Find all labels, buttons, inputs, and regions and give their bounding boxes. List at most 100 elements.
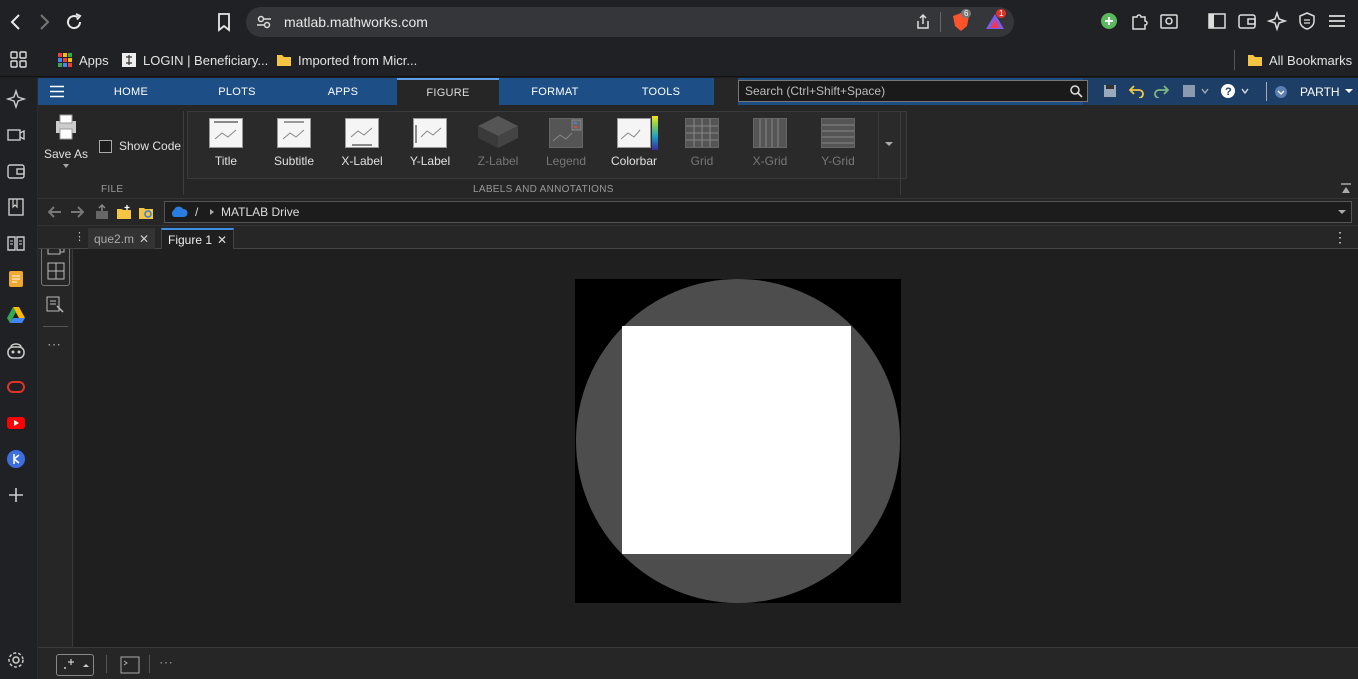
bookmarks-panel-icon[interactable] bbox=[6, 197, 26, 217]
copilot-icon[interactable] bbox=[6, 341, 26, 361]
leo-ai-icon[interactable] bbox=[1266, 10, 1288, 32]
browse-folder-icon[interactable] bbox=[138, 204, 154, 220]
x-grid-button[interactable]: X-Grid bbox=[736, 118, 804, 168]
document-options-icon[interactable]: ⋮ bbox=[1333, 229, 1347, 246]
back-icon[interactable] bbox=[4, 10, 28, 34]
extensions-icon[interactable] bbox=[1128, 10, 1150, 32]
sidebar-toggle-icon[interactable] bbox=[1206, 10, 1228, 32]
y-label-thumbnail-icon bbox=[413, 118, 447, 148]
chevron-down-icon[interactable] bbox=[42, 162, 90, 170]
y-grid-button[interactable]: Y-Grid bbox=[804, 118, 872, 168]
show-code-checkbox[interactable]: Show Code bbox=[99, 139, 181, 153]
all-bookmarks[interactable]: All Bookmarks bbox=[1247, 49, 1352, 71]
title-button[interactable]: Title bbox=[192, 118, 260, 168]
z-label-button[interactable]: Z-Label bbox=[464, 116, 532, 168]
command-window-icon[interactable] bbox=[120, 656, 140, 674]
brave-rewards-icon[interactable]: 1 bbox=[984, 9, 1007, 33]
notes-app-icon[interactable] bbox=[6, 269, 26, 289]
redo-icon[interactable] bbox=[1153, 84, 1169, 98]
vpn-shield-icon[interactable] bbox=[1296, 10, 1318, 32]
tab-tools[interactable]: TOOLS bbox=[623, 78, 699, 105]
up-folder-icon[interactable] bbox=[94, 204, 110, 220]
help-icon[interactable]: ? bbox=[1221, 83, 1251, 99]
workspace-icon[interactable] bbox=[46, 296, 64, 314]
labels-gallery: Title Subtitle X-Label Y-Label Z-Label L… bbox=[187, 111, 907, 179]
tab-plots[interactable]: PLOTS bbox=[199, 78, 275, 105]
chevron-down-icon[interactable] bbox=[1337, 207, 1347, 217]
menu-icon[interactable] bbox=[1326, 10, 1348, 32]
figure-toolstrip: Save As Show Code FILE Title Subtitle X-… bbox=[38, 105, 1358, 199]
gallery-expand-icon[interactable] bbox=[884, 140, 894, 148]
wallet-icon[interactable] bbox=[1236, 10, 1258, 32]
y-label-button[interactable]: Y-Label bbox=[396, 118, 464, 168]
bookmark-login[interactable]: LOGIN | Beneficiary... bbox=[121, 49, 268, 71]
folder-icon bbox=[276, 52, 292, 68]
save-icon[interactable] bbox=[1103, 84, 1117, 98]
labels-section-label: LABELS AND ANNOTATIONS bbox=[473, 184, 614, 195]
undo-icon[interactable] bbox=[1129, 84, 1145, 98]
collapse-toolstrip-icon[interactable] bbox=[1340, 183, 1352, 195]
search-icon[interactable] bbox=[1070, 85, 1083, 98]
tab-figure[interactable]: FIGURE bbox=[397, 78, 499, 105]
add-panel-icon[interactable] bbox=[6, 485, 26, 505]
settings-gear-icon[interactable] bbox=[6, 650, 26, 670]
checkbox-box[interactable] bbox=[99, 139, 112, 153]
reading-list-icon[interactable] bbox=[6, 233, 26, 253]
bookmark-icon[interactable] bbox=[212, 10, 236, 34]
wallet-icon[interactable] bbox=[6, 161, 26, 181]
close-icon[interactable]: ✕ bbox=[139, 232, 149, 246]
folder-path-input[interactable]: / MATLAB Drive bbox=[164, 201, 1352, 223]
reload-icon[interactable] bbox=[62, 10, 86, 34]
legend-button[interactable]: Legend bbox=[532, 118, 600, 168]
user-name[interactable]: PARTH bbox=[1300, 85, 1340, 99]
add-extension-icon[interactable] bbox=[1098, 10, 1120, 32]
site-settings-icon[interactable] bbox=[256, 14, 272, 30]
leo-sidebar-icon[interactable] bbox=[6, 89, 26, 109]
bookmark-imported-folder[interactable]: Imported from Micr... bbox=[276, 49, 417, 71]
x-grid-label: X-Grid bbox=[752, 154, 788, 168]
bookmark-apps[interactable]: Apps bbox=[57, 49, 109, 71]
colorbar-button[interactable]: Colorbar bbox=[600, 116, 668, 168]
x-label-button[interactable]: X-Label bbox=[328, 118, 396, 168]
more-options-icon[interactable]: ⋯ bbox=[47, 336, 62, 353]
more-options-icon[interactable]: ⋯ bbox=[159, 654, 174, 671]
youtube-icon[interactable] bbox=[6, 413, 26, 433]
address-bar[interactable]: matlab.mathworks.com 6 1 bbox=[246, 7, 1014, 37]
bookmark-label: Imported from Micr... bbox=[298, 52, 418, 68]
tabs-menu-icon[interactable]: ⋮ bbox=[74, 230, 85, 243]
share-icon[interactable] bbox=[914, 13, 932, 31]
tab-home[interactable]: HOME bbox=[93, 78, 169, 105]
grid-button[interactable]: Grid bbox=[668, 118, 736, 168]
subtitle-thumbnail-icon bbox=[277, 118, 311, 148]
forward-arrow-icon[interactable] bbox=[70, 206, 84, 218]
add-panel-button[interactable] bbox=[56, 654, 94, 676]
chevron-down-icon[interactable] bbox=[1344, 86, 1354, 96]
back-arrow-icon[interactable] bbox=[48, 206, 62, 218]
tab-apps[interactable]: APPS bbox=[305, 78, 381, 105]
brave-shields-icon[interactable]: 6 bbox=[950, 9, 972, 33]
app-shortcut-icon[interactable] bbox=[6, 449, 26, 469]
path-root[interactable]: / bbox=[195, 205, 198, 219]
path-folder[interactable]: MATLAB Drive bbox=[221, 205, 299, 219]
screenshot-icon[interactable] bbox=[1158, 10, 1180, 32]
layout-grid-icon[interactable] bbox=[47, 262, 65, 280]
tab-format[interactable]: FORMAT bbox=[517, 78, 593, 105]
tab-figure-1[interactable]: Figure 1 ✕ bbox=[161, 228, 235, 249]
bookmarks-bar: Apps LOGIN | Beneficiary... Imported fro… bbox=[0, 43, 1358, 77]
video-icon[interactable] bbox=[6, 125, 26, 145]
hamburger-menu-icon[interactable] bbox=[50, 85, 64, 98]
close-icon[interactable]: ✕ bbox=[217, 233, 227, 247]
forward-icon[interactable] bbox=[32, 10, 56, 34]
figure-image-axes[interactable] bbox=[575, 279, 901, 603]
save-as-button[interactable]: Save As bbox=[42, 113, 90, 170]
new-folder-icon[interactable] bbox=[116, 204, 132, 220]
oracle-icon[interactable] bbox=[6, 377, 26, 397]
subtitle-button[interactable]: Subtitle bbox=[260, 118, 328, 168]
user-avatar-icon[interactable] bbox=[1274, 85, 1288, 99]
apps-grid-icon[interactable] bbox=[10, 49, 28, 71]
window-layout-icon[interactable] bbox=[1182, 84, 1210, 98]
document-tabs: ⋮ que2.m ✕ Figure 1 ✕ ⋮ bbox=[38, 226, 1358, 249]
google-drive-icon[interactable] bbox=[6, 305, 26, 325]
search-input[interactable]: Search (Ctrl+Shift+Space) bbox=[738, 80, 1088, 102]
tab-que2-m[interactable]: que2.m ✕ bbox=[88, 228, 156, 249]
